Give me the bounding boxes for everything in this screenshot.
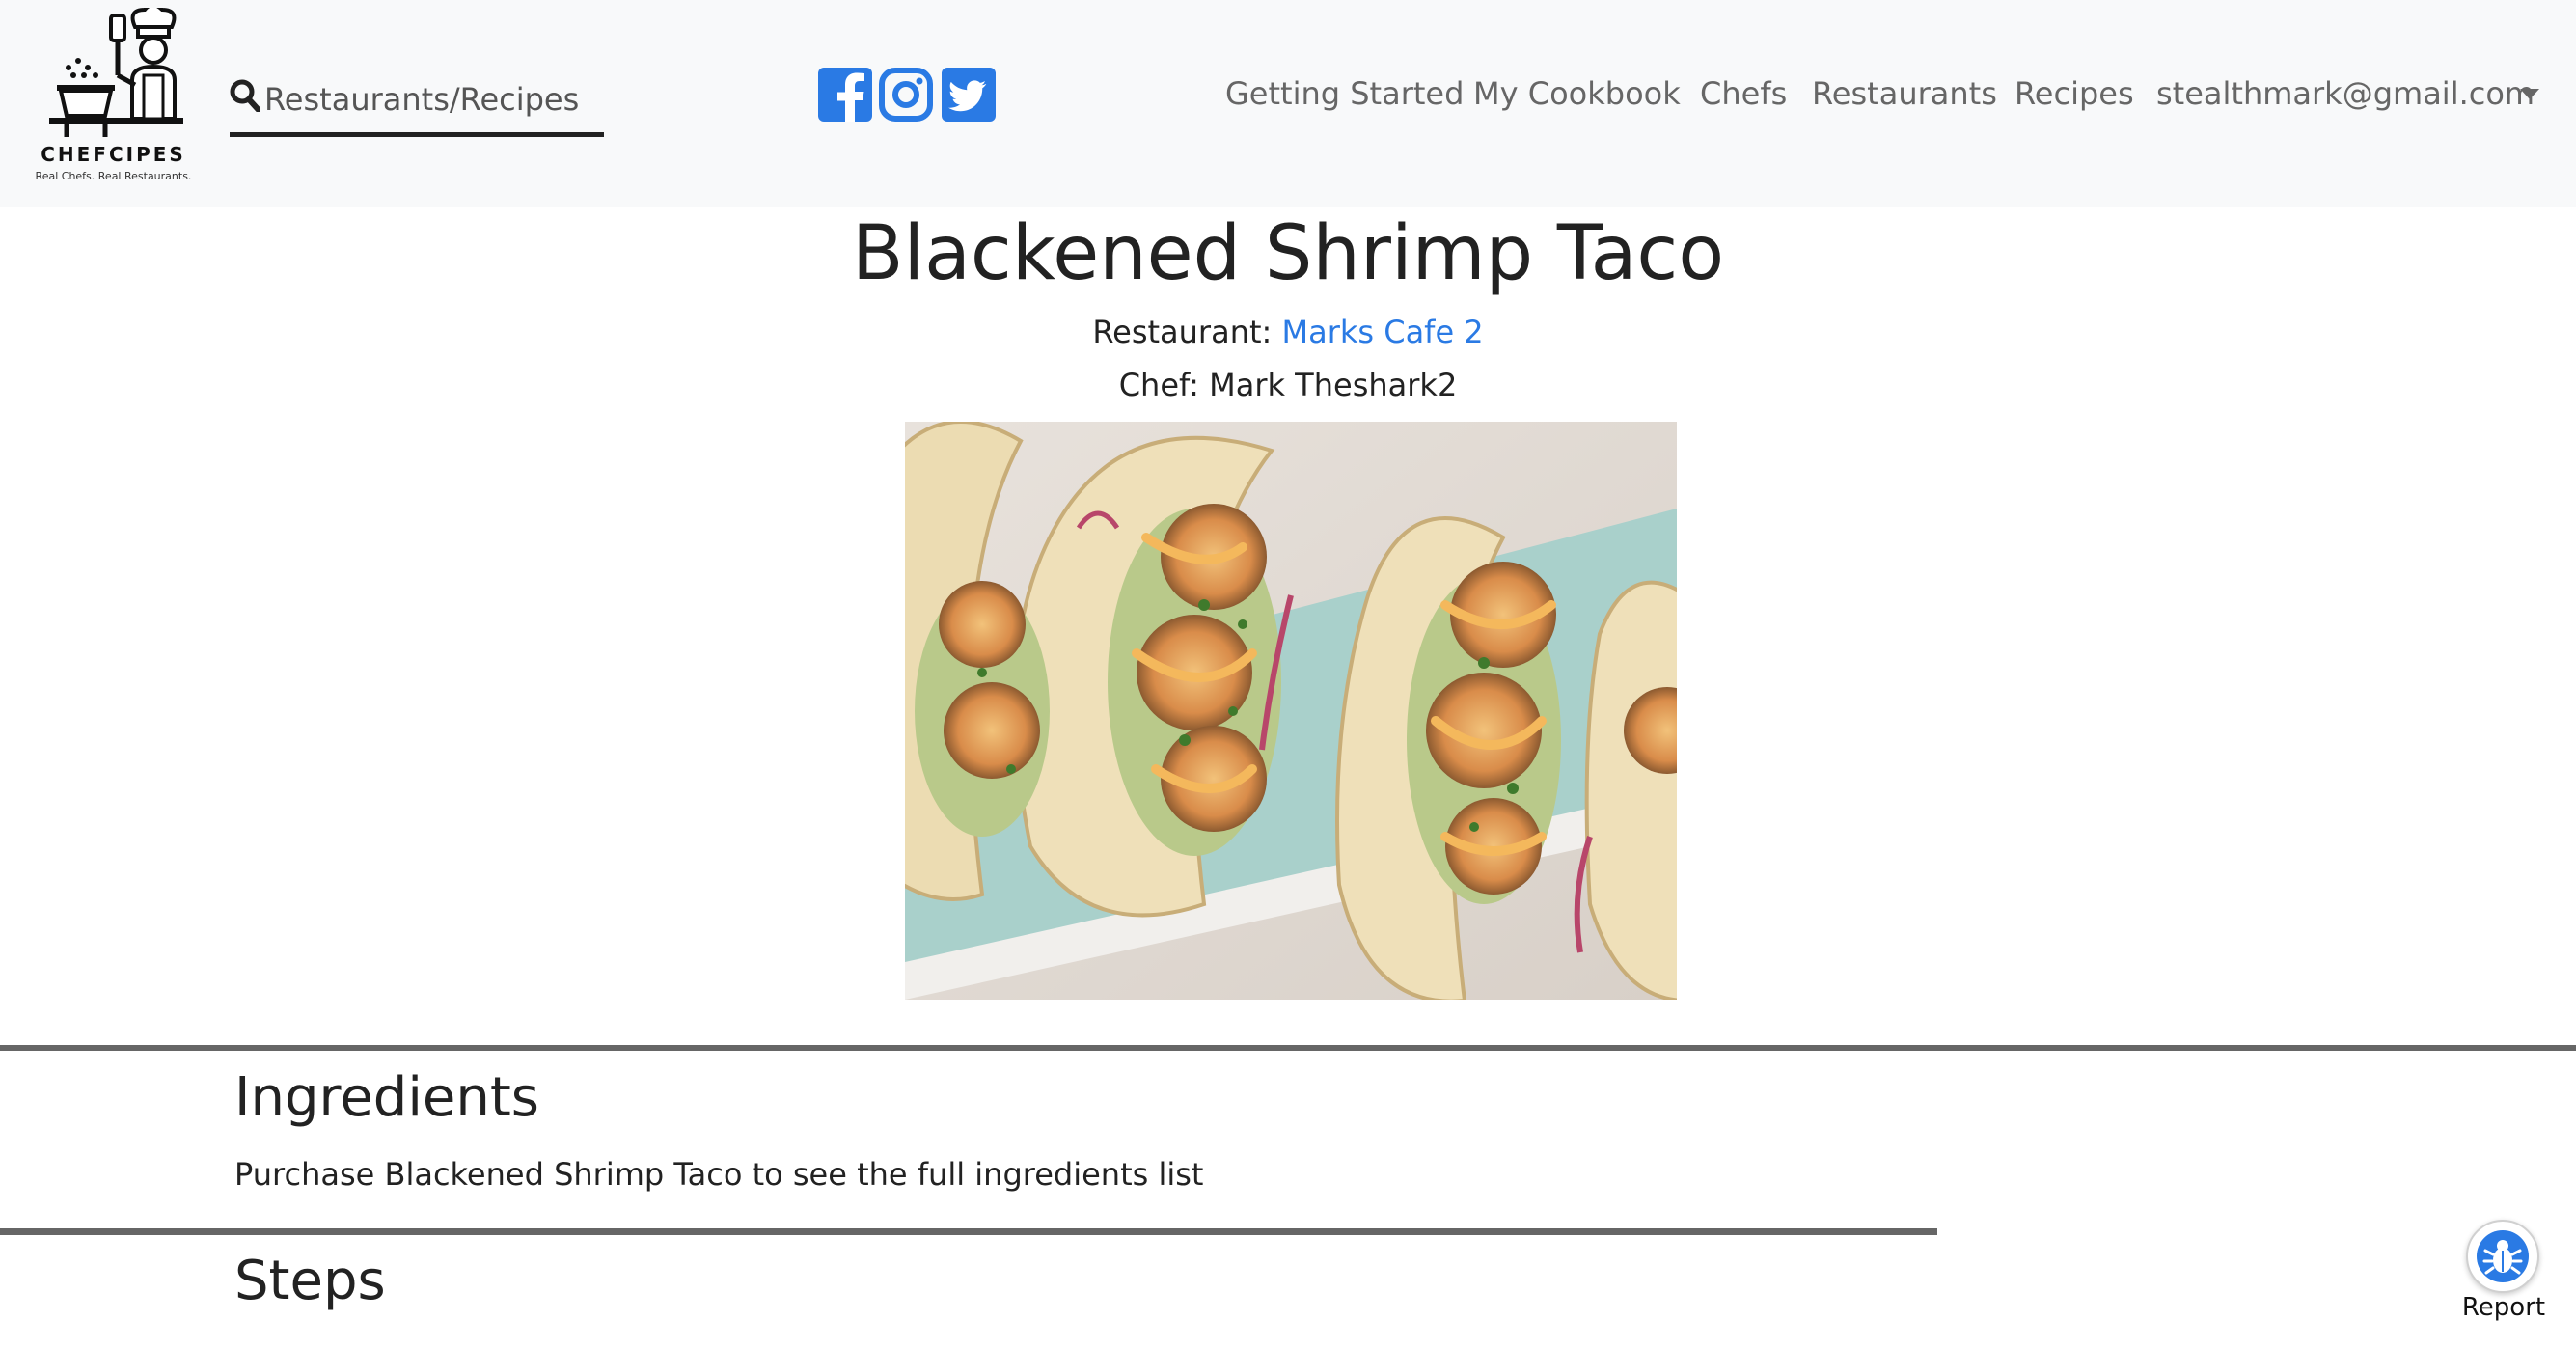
instagram-link[interactable] <box>879 68 933 122</box>
chef-line: Chef: Mark Theshark2 <box>1118 367 1458 403</box>
nav-chefs[interactable]: Chefs <box>1700 75 1787 112</box>
restaurant-line: Restaurant: Marks Cafe 2 <box>0 314 2576 350</box>
recipe-photo <box>905 422 1677 1000</box>
search-icon <box>230 79 260 112</box>
steps-heading: Steps <box>234 1250 386 1312</box>
twitter-link[interactable] <box>942 68 996 122</box>
search-input[interactable] <box>262 71 604 127</box>
report-button[interactable]: Report <box>2460 1220 2547 1345</box>
brand-tagline: Real Chefs. Real Restaurants. <box>35 170 192 182</box>
nav-my-cookbook[interactable]: My Cookbook <box>1473 75 1681 112</box>
ingredients-heading: Ingredients <box>234 1066 539 1129</box>
brand-name: Chefcipes <box>41 143 186 166</box>
section-divider <box>0 1045 2576 1051</box>
nav-getting-started[interactable]: Getting Started <box>1225 75 1464 112</box>
twitter-icon <box>942 68 996 122</box>
nav-restaurants[interactable]: Restaurants <box>1812 75 1997 112</box>
recipe-title: Blackened Shrimp Taco <box>851 210 1725 297</box>
nav-recipes[interactable]: Recipes <box>2014 75 2134 112</box>
report-circle[interactable] <box>2466 1220 2539 1293</box>
section-divider <box>0 1228 1937 1235</box>
ingredients-text: Purchase Blackened Shrimp Taco to see th… <box>234 1156 1204 1193</box>
facebook-link[interactable] <box>818 68 872 122</box>
bug-icon <box>2477 1230 2529 1282</box>
restaurant-link[interactable]: Marks Cafe 2 <box>1281 314 1483 350</box>
user-menu[interactable]: stealthmark@gmail.com <box>2156 75 2535 112</box>
caret-down-icon[interactable] <box>2520 89 2539 99</box>
restaurant-label: Restaurant: <box>1092 314 1282 350</box>
chefcipes-logo[interactable]: Chefcipes Real Chefs. Real Restaurants. <box>19 8 207 186</box>
navbar: Chefcipes Real Chefs. Real Restaurants. … <box>0 0 2576 207</box>
chef-logo-icon <box>49 8 183 137</box>
search-bar <box>230 68 604 137</box>
report-label: Report <box>2461 1293 2546 1322</box>
facebook-icon <box>818 68 872 122</box>
instagram-icon <box>879 68 933 122</box>
